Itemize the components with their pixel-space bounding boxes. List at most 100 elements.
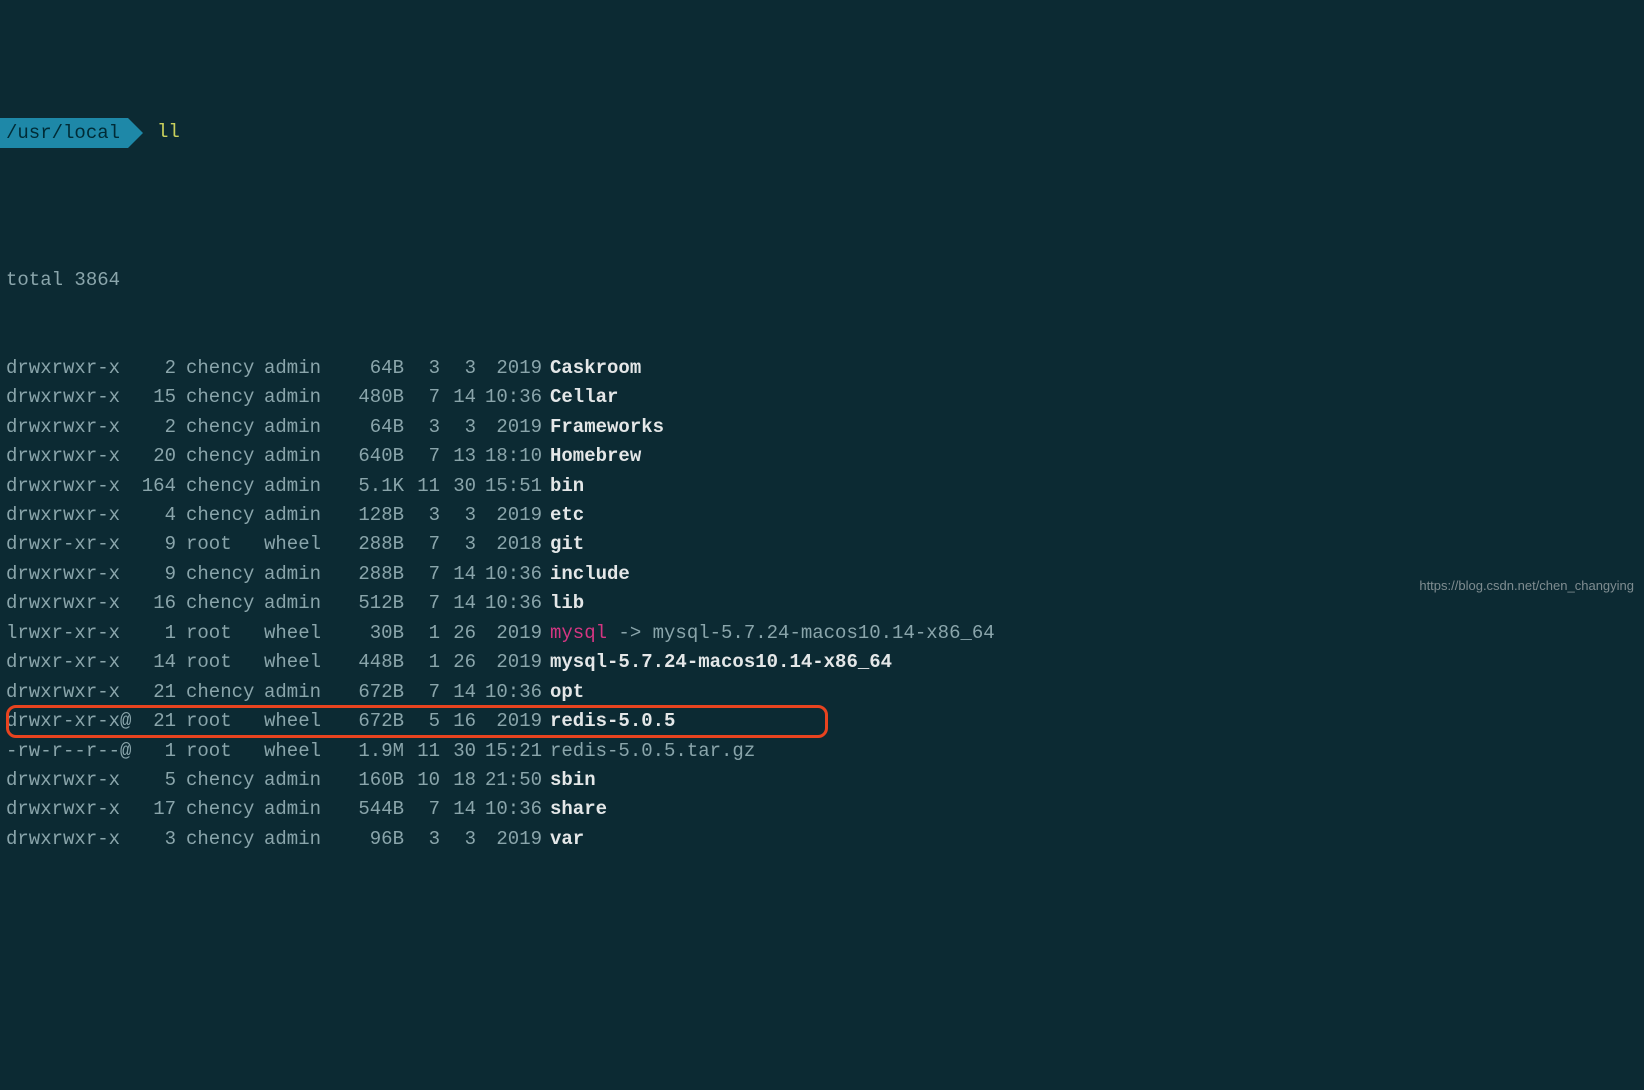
col-d2: 14 <box>440 560 476 589</box>
col-links: 9 <box>134 560 176 589</box>
prompt-line[interactable]: /usr/local ll <box>0 118 1644 148</box>
col-perms: drwxrwxr-x <box>6 472 134 501</box>
col-owner: chency <box>176 383 254 412</box>
col-d3: 2018 <box>476 530 542 559</box>
col-size: 96B <box>332 825 404 854</box>
col-owner: chency <box>176 678 254 707</box>
col-size: 160B <box>332 766 404 795</box>
col-group: admin <box>254 383 332 412</box>
listing-row: -rw-r--r--@1rootwheel1.9M113015:21redis-… <box>6 737 1644 766</box>
col-owner: chency <box>176 589 254 618</box>
col-perms: drwxrwxr-x <box>6 795 134 824</box>
col-d2: 3 <box>440 354 476 383</box>
col-links: 21 <box>134 678 176 707</box>
col-d3: 15:21 <box>476 737 542 766</box>
col-owner: root <box>176 530 254 559</box>
col-d1: 7 <box>404 795 440 824</box>
col-group: admin <box>254 589 332 618</box>
listing-row: drwxrwxr-x21chencyadmin672B71410:36opt <box>6 678 1644 707</box>
col-perms: drwxrwxr-x <box>6 354 134 383</box>
col-size: 128B <box>332 501 404 530</box>
col-d3: 10:36 <box>476 678 542 707</box>
col-group: admin <box>254 678 332 707</box>
col-d2: 14 <box>440 678 476 707</box>
col-name: mysql -> mysql-5.7.24-macos10.14-x86_64 <box>542 619 995 648</box>
listing-row: drwxr-xr-x@21rootwheel672B5162019redis-5… <box>6 707 1644 736</box>
col-owner: root <box>176 619 254 648</box>
col-perms: drwxrwxr-x <box>6 501 134 530</box>
col-links: 2 <box>134 413 176 442</box>
terminal-output: total 3864 drwxrwxr-x2chencyadmin64B3320… <box>0 207 1644 884</box>
col-size: 672B <box>332 707 404 736</box>
listing-row: drwxrwxr-x2chencyadmin64B332019Caskroom <box>6 354 1644 383</box>
col-group: wheel <box>254 737 332 766</box>
col-d2: 26 <box>440 648 476 677</box>
col-name: mysql-5.7.24-macos10.14-x86_64 <box>542 648 892 677</box>
col-d1: 10 <box>404 766 440 795</box>
col-owner: chency <box>176 354 254 383</box>
col-perms: lrwxr-xr-x <box>6 619 134 648</box>
col-d2: 3 <box>440 413 476 442</box>
col-size: 448B <box>332 648 404 677</box>
listing-row: drwxrwxr-x9chencyadmin288B71410:36includ… <box>6 560 1644 589</box>
col-name: Frameworks <box>542 413 664 442</box>
col-d3: 18:10 <box>476 442 542 471</box>
col-d1: 3 <box>404 501 440 530</box>
col-d3: 10:36 <box>476 383 542 412</box>
symlink-target: -> mysql-5.7.24-macos10.14-x86_64 <box>607 622 995 644</box>
listing-row: drwxrwxr-x3chencyadmin96B332019var <box>6 825 1644 854</box>
col-size: 480B <box>332 383 404 412</box>
col-size: 544B <box>332 795 404 824</box>
col-owner: chency <box>176 413 254 442</box>
col-d1: 7 <box>404 589 440 618</box>
col-name: redis-5.0.5.tar.gz <box>542 737 755 766</box>
col-d3: 15:51 <box>476 472 542 501</box>
col-d1: 3 <box>404 413 440 442</box>
col-owner: root <box>176 648 254 677</box>
col-d3: 2019 <box>476 825 542 854</box>
col-size: 288B <box>332 530 404 559</box>
col-owner: root <box>176 707 254 736</box>
col-group: admin <box>254 795 332 824</box>
col-perms: drwxrwxr-x <box>6 766 134 795</box>
col-group: admin <box>254 442 332 471</box>
col-links: 17 <box>134 795 176 824</box>
col-owner: chency <box>176 501 254 530</box>
command-input[interactable]: ll <box>157 118 180 147</box>
col-perms: drwxrwxr-x <box>6 589 134 618</box>
col-size: 64B <box>332 354 404 383</box>
listing-row: lrwxr-xr-x1rootwheel30B1262019mysql -> m… <box>6 619 1644 648</box>
col-d3: 2019 <box>476 354 542 383</box>
col-links: 164 <box>134 472 176 501</box>
col-name: opt <box>542 678 584 707</box>
col-owner: chency <box>176 795 254 824</box>
col-d3: 2019 <box>476 707 542 736</box>
col-d1: 1 <box>404 619 440 648</box>
col-d1: 7 <box>404 442 440 471</box>
prompt-path: /usr/local <box>0 118 128 148</box>
col-size: 5.1K <box>332 472 404 501</box>
col-links: 15 <box>134 383 176 412</box>
col-size: 512B <box>332 589 404 618</box>
prompt-arrow-icon <box>128 118 143 148</box>
col-links: 14 <box>134 648 176 677</box>
col-d2: 3 <box>440 530 476 559</box>
col-name: Caskroom <box>542 354 641 383</box>
col-group: admin <box>254 501 332 530</box>
col-d2: 16 <box>440 707 476 736</box>
col-perms: drwxr-xr-x <box>6 648 134 677</box>
col-d2: 13 <box>440 442 476 471</box>
col-perms: drwxrwxr-x <box>6 678 134 707</box>
col-owner: chency <box>176 766 254 795</box>
col-d3: 2019 <box>476 648 542 677</box>
col-d1: 11 <box>404 737 440 766</box>
col-perms: drwxrwxr-x <box>6 383 134 412</box>
col-d2: 3 <box>440 501 476 530</box>
col-d3: 10:36 <box>476 589 542 618</box>
col-links: 5 <box>134 766 176 795</box>
col-name: bin <box>542 472 584 501</box>
col-name: sbin <box>542 766 596 795</box>
col-group: wheel <box>254 619 332 648</box>
col-owner: chency <box>176 472 254 501</box>
col-d3: 2019 <box>476 413 542 442</box>
